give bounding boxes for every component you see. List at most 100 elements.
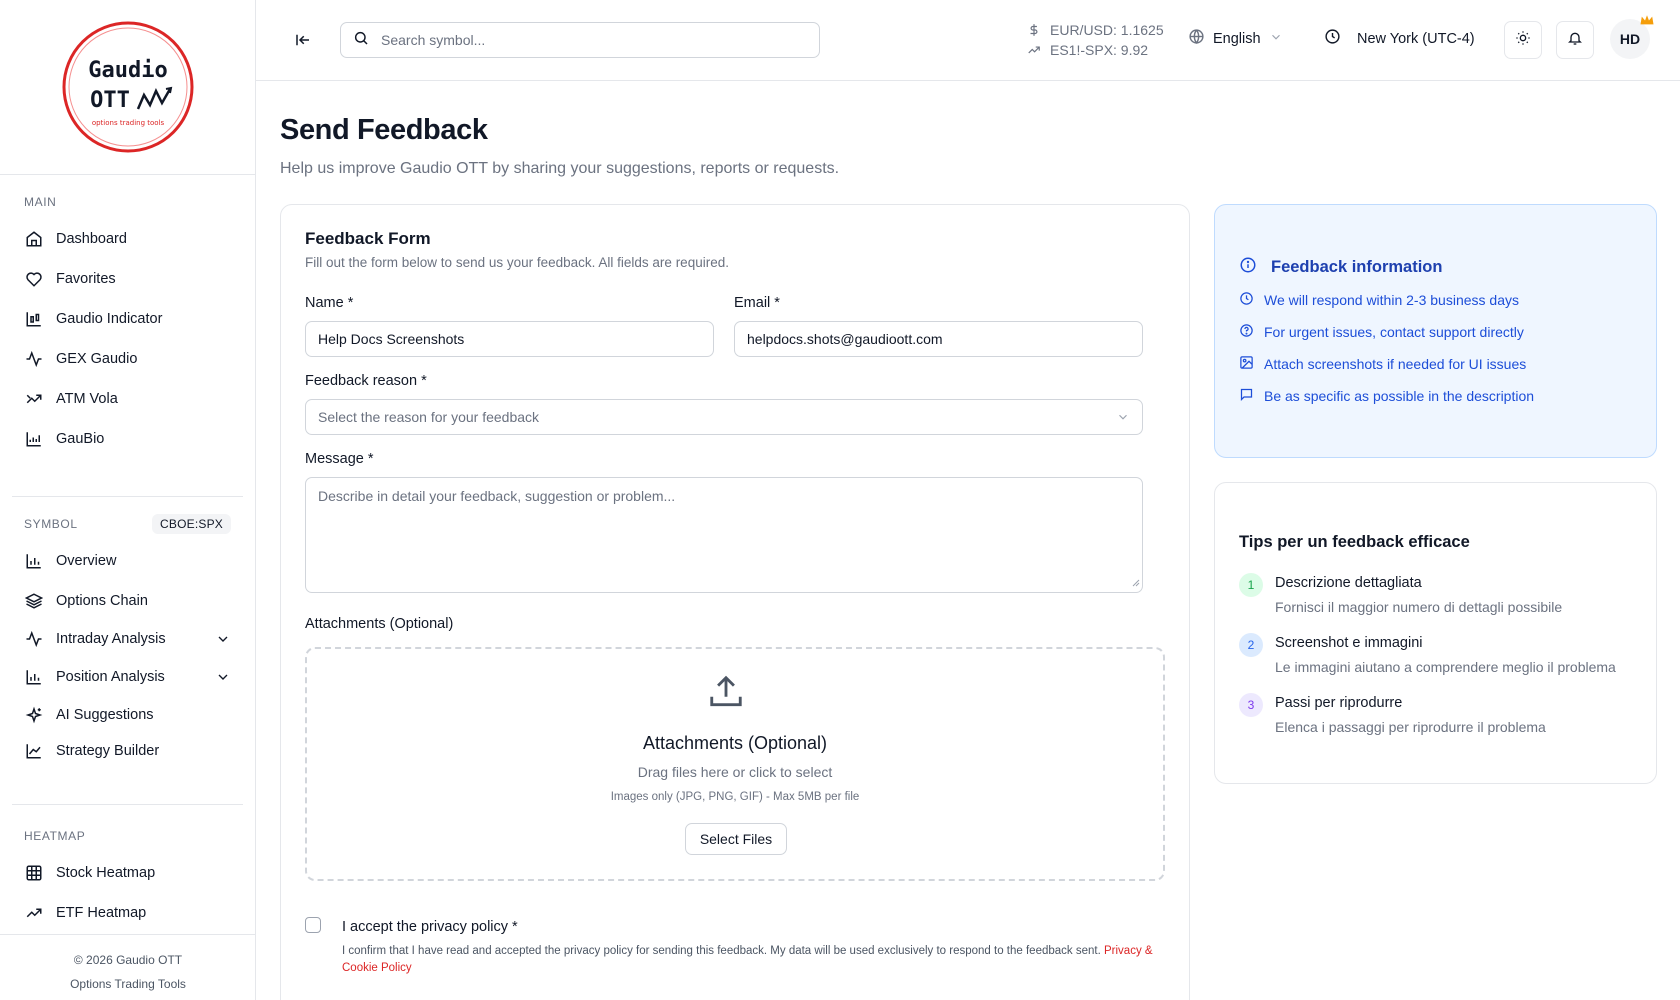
message-textarea[interactable]: Describe in detail your feedback, sugges…	[305, 477, 1143, 593]
feedback-form-card: Feedback Form Fill out the form below to…	[280, 204, 1190, 1000]
timezone-selector[interactable]: New York (UTC-4)	[1324, 28, 1475, 49]
search-input[interactable]	[381, 32, 801, 48]
section-title-main: MAIN	[24, 195, 57, 209]
chart-area-icon	[24, 429, 44, 449]
chevron-down-icon	[1269, 30, 1283, 48]
bell-icon	[1567, 30, 1583, 51]
sidebar-footer: © 2026 Gaudio OTT Options Trading Tools	[0, 934, 256, 1000]
dropzone-note: Images only (JPG, PNG, GIF) - Max 5MB pe…	[610, 791, 860, 803]
page-title: Send Feedback	[280, 114, 488, 146]
nav-section-symbol: SYMBOL CBOE:SPX Overview Options Chain I…	[12, 497, 243, 805]
trend-icon	[24, 389, 44, 409]
feedback-reason-select[interactable]: Select the reason for your feedback	[305, 399, 1143, 435]
tip-title: Screenshot e immagini	[1275, 635, 1423, 651]
reason-placeholder: Select the reason for your feedback	[318, 409, 540, 425]
svg-text:options trading tools: options trading tools	[91, 119, 164, 127]
line-chart-icon	[24, 741, 44, 761]
dropzone-title: Attachments (Optional)	[642, 733, 828, 753]
svg-text:OTT: OTT	[90, 88, 130, 113]
sparkles-icon	[24, 705, 44, 725]
crown-icon	[1639, 14, 1655, 32]
upload-icon	[707, 673, 745, 716]
name-label: Name *	[305, 295, 354, 311]
home-icon	[24, 229, 44, 249]
message-label: Message *	[305, 451, 374, 467]
attachments-dropzone[interactable]: Attachments (Optional) Drag files here o…	[305, 647, 1165, 881]
theme-toggle-button[interactable]	[1504, 21, 1542, 59]
sidebar-item-gaudio-indicator[interactable]: Gaudio Indicator	[12, 299, 243, 339]
dropzone-subtitle: Drag files here or click to select	[637, 764, 833, 780]
tip-number-badge: 3	[1239, 693, 1263, 717]
sidebar-item-gaubio[interactable]: GauBio	[12, 419, 243, 459]
trending-up-icon	[1026, 43, 1042, 57]
footer-copyright: © 2026 Gaudio OTT	[73, 953, 183, 967]
select-files-button[interactable]: Select Files	[685, 823, 787, 855]
tip-title: Passi per riprodurre	[1275, 695, 1403, 711]
sidebar-item-options-chain[interactable]: Options Chain	[12, 581, 243, 621]
bar-chart-icon	[24, 551, 44, 571]
sidebar-item-gex-gaudio[interactable]: GEX Gaudio	[12, 339, 243, 379]
tip-description: Fornisci il maggior numero di dettagli p…	[1275, 599, 1563, 615]
language-selector[interactable]: English	[1188, 28, 1283, 49]
logo[interactable]: Gaudio OTT options trading tools	[0, 0, 255, 175]
collapse-sidebar-icon[interactable]	[292, 29, 314, 51]
trending-up-icon	[24, 903, 44, 923]
tip-description: Elenca i passaggi per riprodurre il prob…	[1275, 719, 1546, 735]
name-field[interactable]: Help Docs Screenshots	[305, 321, 714, 357]
help-circle-icon	[1239, 323, 1254, 341]
sidebar: Gaudio OTT options trading tools MAIN Da…	[0, 0, 256, 1000]
sidebar-item-etf-heatmap[interactable]: ETF Heatmap	[12, 893, 243, 933]
sidebar-item-dashboard[interactable]: Dashboard	[12, 219, 243, 259]
sidebar-item-overview[interactable]: Overview	[12, 541, 243, 581]
tip-description: Le immagini aiutano a comprendere meglio…	[1275, 659, 1616, 675]
image-icon	[1239, 355, 1254, 373]
resize-handle-icon[interactable]	[1130, 574, 1140, 590]
activity-icon	[24, 629, 44, 649]
privacy-checkbox[interactable]	[305, 917, 321, 933]
sidebar-item-ai-suggestions[interactable]: AI Suggestions	[12, 697, 243, 733]
tip-number-badge: 1	[1239, 573, 1263, 597]
clock-icon	[1324, 28, 1341, 49]
privacy-description: I confirm that I have read and accepted …	[342, 945, 1153, 974]
sun-icon	[1515, 30, 1531, 51]
search-box[interactable]	[340, 22, 820, 58]
sidebar-item-atm-vola[interactable]: ATM Vola	[12, 379, 243, 419]
tip-number-badge: 2	[1239, 633, 1263, 657]
clock-icon	[1239, 291, 1254, 309]
email-field[interactable]: helpdocs.shots@gaudioott.com	[734, 321, 1143, 357]
form-description: Fill out the form below to send us your …	[305, 255, 729, 270]
chevron-down-icon[interactable]	[215, 669, 231, 685]
sidebar-item-intraday-analysis[interactable]: Intraday Analysis	[12, 621, 243, 657]
language-label: English	[1213, 30, 1261, 47]
ticker-display: EUR/USD: 1.1625 ES1!-SPX: 9.92	[1026, 20, 1164, 60]
ticker-eurusd: EUR/USD: 1.1625	[1050, 22, 1164, 38]
activity-icon	[24, 349, 44, 369]
notifications-button[interactable]	[1556, 21, 1594, 59]
sidebar-item-favorites[interactable]: Favorites	[12, 259, 243, 299]
sidebar-item-stock-heatmap[interactable]: Stock Heatmap	[12, 853, 243, 893]
grid-icon	[24, 863, 44, 883]
symbol-badge[interactable]: CBOE:SPX	[152, 514, 231, 534]
nav-section-heatmap: HEATMAP Stock Heatmap ETF Heatmap	[0, 805, 255, 941]
info-item: Be as specific as possible in the descri…	[1239, 387, 1534, 405]
chevron-down-icon[interactable]	[215, 631, 231, 647]
sidebar-item-strategy-builder[interactable]: Strategy Builder	[12, 733, 243, 769]
section-title-heatmap: HEATMAP	[24, 829, 86, 843]
page-subtitle: Help us improve Gaudio OTT by sharing yo…	[280, 160, 840, 177]
heart-icon	[24, 269, 44, 289]
bar-chart-icon	[24, 667, 44, 687]
layers-icon	[24, 591, 44, 611]
info-title: Feedback information	[1239, 256, 1442, 279]
tip-title: Descrizione dettagliata	[1275, 575, 1422, 591]
gaudio-ott-logo: Gaudio OTT options trading tools	[62, 21, 193, 153]
privacy-label: I accept the privacy policy *	[342, 919, 518, 935]
info-item: Attach screenshots if needed for UI issu…	[1239, 355, 1526, 373]
message-placeholder: Describe in detail your feedback, sugges…	[318, 488, 676, 504]
dollar-icon	[1026, 22, 1042, 38]
section-title-symbol: SYMBOL CBOE:SPX	[12, 514, 243, 534]
info-icon	[1239, 256, 1257, 279]
message-square-icon	[1239, 387, 1254, 405]
info-item: We will respond within 2-3 business days	[1239, 291, 1519, 309]
sidebar-item-position-analysis[interactable]: Position Analysis	[12, 657, 243, 697]
email-label: Email *	[734, 295, 780, 311]
